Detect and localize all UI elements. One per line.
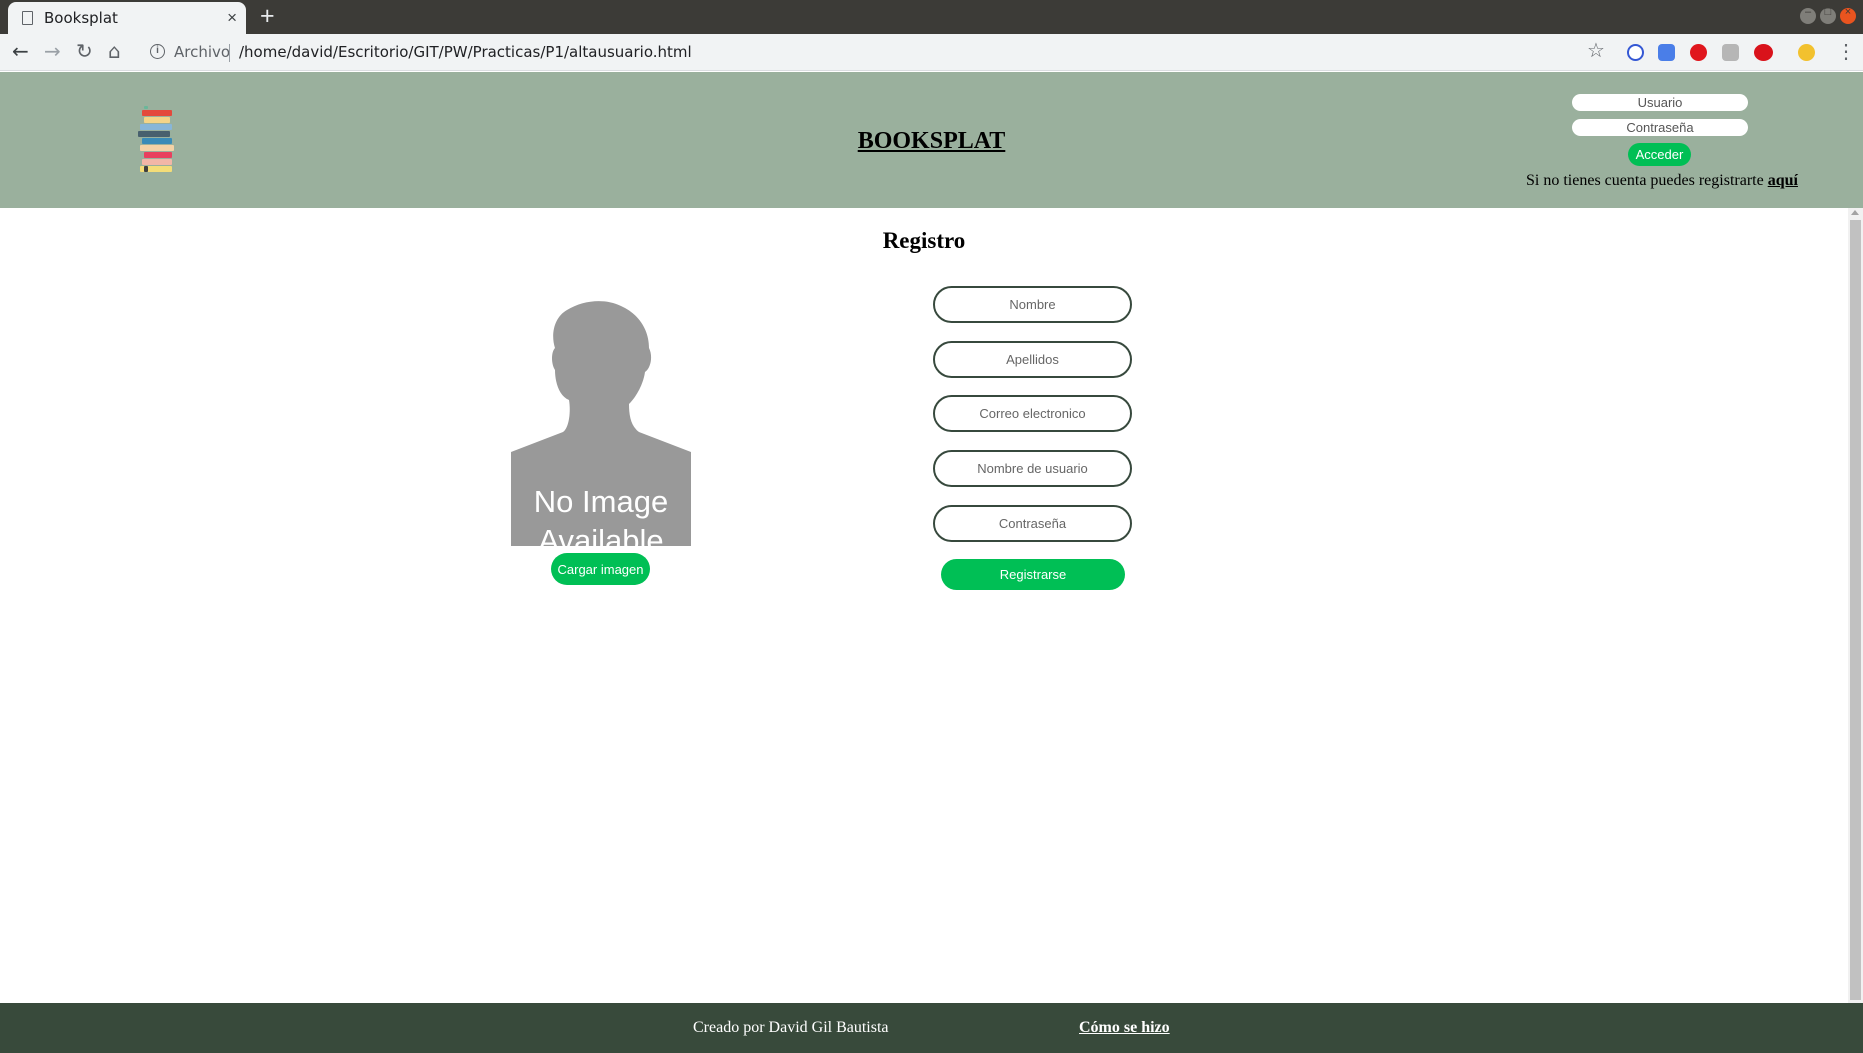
window-close-button[interactable]: × [1840, 6, 1856, 24]
username-input[interactable] [1572, 94, 1748, 111]
page-title: Registro [882, 228, 966, 253]
menu-icon[interactable]: ⋮ [1836, 39, 1856, 64]
site-header: BOOKSPLAT Acceder Si no tienes cuenta pu… [0, 72, 1863, 208]
email-field[interactable] [933, 395, 1132, 432]
username-field[interactable] [933, 450, 1132, 487]
nombre-field[interactable] [933, 286, 1132, 323]
back-icon[interactable]: ← [12, 39, 29, 63]
extension-adblock-icon[interactable] [1690, 44, 1707, 61]
no-image-line1: No Image [533, 484, 669, 519]
profile-avatar-icon[interactable] [1798, 44, 1815, 61]
reload-icon[interactable]: ↻ [76, 39, 93, 63]
address-separator [229, 44, 230, 62]
address-bar[interactable]: i Archivo /home/david/Escritorio/GIT/PW/… [140, 38, 1600, 67]
window-minimize-button[interactable]: – [1800, 6, 1816, 24]
tab-title: Booksplat [44, 9, 118, 27]
new-tab-button[interactable]: + [260, 2, 275, 31]
register-button[interactable]: Registrarse [941, 559, 1125, 590]
home-icon[interactable]: ⌂ [108, 39, 121, 63]
tab-close-button[interactable]: × [227, 8, 237, 28]
scrollbar-thumb[interactable] [1850, 220, 1861, 1000]
scroll-up-icon[interactable] [1851, 210, 1859, 215]
window-maximize-button[interactable]: □ [1820, 6, 1836, 24]
page-viewport: BOOKSPLAT Acceder Si no tienes cuenta pu… [0, 72, 1863, 1053]
login-button[interactable]: Acceder [1628, 143, 1691, 166]
register-hint-text: Si no tienes cuenta puedes registrarte [1526, 172, 1768, 189]
no-image-text: No Image Available [511, 482, 691, 560]
star-icon[interactable]: ☆ [1587, 38, 1605, 63]
login-form [1572, 94, 1748, 144]
password-field[interactable] [933, 505, 1132, 542]
register-hint: Si no tienes cuenta puedes registrarte a… [1526, 172, 1798, 190]
browser-toolbar: ← → ↻ ⌂ i Archivo /home/david/Escritorio… [0, 34, 1863, 71]
extension-block-icon[interactable] [1627, 44, 1644, 61]
apellidos-field[interactable] [933, 341, 1132, 378]
browser-tab-bar: Booksplat × + – □ × [0, 0, 1863, 34]
browser-tab[interactable]: Booksplat × [8, 2, 246, 34]
url-text[interactable]: /home/david/Escritorio/GIT/PW/Practicas/… [239, 43, 692, 61]
forward-icon[interactable]: → [44, 39, 61, 63]
page-scrollbar[interactable] [1848, 208, 1863, 1005]
scheme-label: Archivo [174, 43, 231, 61]
extension-translate-icon[interactable] [1658, 44, 1675, 61]
extension-gray-icon[interactable] [1722, 44, 1739, 61]
extension-yab-icon[interactable] [1754, 44, 1773, 61]
upload-image-button[interactable]: Cargar imagen [551, 553, 650, 585]
how-it-was-made-link[interactable]: Cómo se hizo [1079, 1019, 1170, 1037]
site-footer: Creado por David Gil Bautista Cómo se hi… [0, 1003, 1863, 1053]
info-icon[interactable]: i [150, 44, 165, 59]
document-icon [22, 11, 33, 25]
no-image-placeholder: No Image Available [511, 300, 691, 558]
footer-credit: Creado por David Gil Bautista [693, 1019, 889, 1036]
register-link[interactable]: aquí [1768, 172, 1798, 189]
password-input[interactable] [1572, 119, 1748, 136]
